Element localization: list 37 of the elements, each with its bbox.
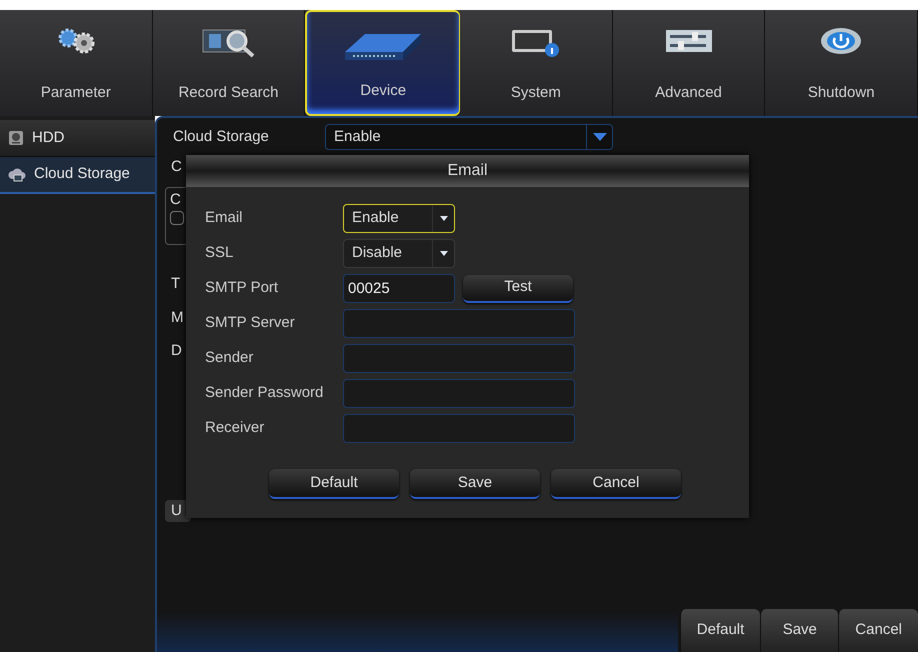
text-input[interactable] (343, 379, 575, 408)
field-label: Sender Password (205, 383, 324, 404)
dialog-button[interactable]: Cancel (551, 469, 681, 499)
dropdown[interactable]: Disable (343, 239, 455, 268)
footer-button[interactable]: Save (760, 609, 838, 652)
field-label: SSL (205, 243, 234, 264)
dialog-title: Email (186, 155, 749, 187)
field-label: D (170, 340, 182, 360)
menu-tab[interactable]: Device (305, 10, 460, 116)
field-label: Receiver (205, 418, 266, 438)
sidebar-item[interactable]: Cloud Storage (0, 157, 155, 194)
group-title: C (170, 192, 182, 206)
field-label: Sender (205, 348, 254, 368)
checkbox[interactable] (170, 210, 184, 224)
field-label: Cloud Storage (173, 126, 270, 147)
cloud-icon (8, 166, 26, 182)
text-input[interactable]: 00025 (343, 274, 455, 303)
footer-button[interactable]: Default (680, 609, 760, 652)
field-label: SMTP Server (205, 313, 296, 334)
field-label: Email (205, 208, 244, 228)
field-label: SMTP Port (205, 278, 280, 298)
text-input[interactable] (343, 414, 575, 443)
field-label: C (170, 157, 182, 177)
caret-icon (440, 216, 448, 222)
caret-icon (440, 250, 448, 256)
text-input[interactable] (343, 344, 575, 373)
field-label: M (170, 308, 184, 328)
footer-button[interactable]: Cancel (838, 609, 918, 652)
sidebar-item[interactable]: HDD (0, 120, 155, 157)
dialog-button[interactable]: Save (410, 469, 540, 499)
dropdown[interactable]: Enable (343, 204, 455, 233)
dialog-button[interactable]: Default (269, 469, 399, 499)
cloud-storage-select[interactable]: Enable (325, 124, 613, 150)
test-button[interactable]: Test (463, 274, 573, 302)
field-label: T (170, 274, 180, 294)
text-input[interactable] (343, 309, 575, 338)
caret-icon (592, 132, 606, 142)
